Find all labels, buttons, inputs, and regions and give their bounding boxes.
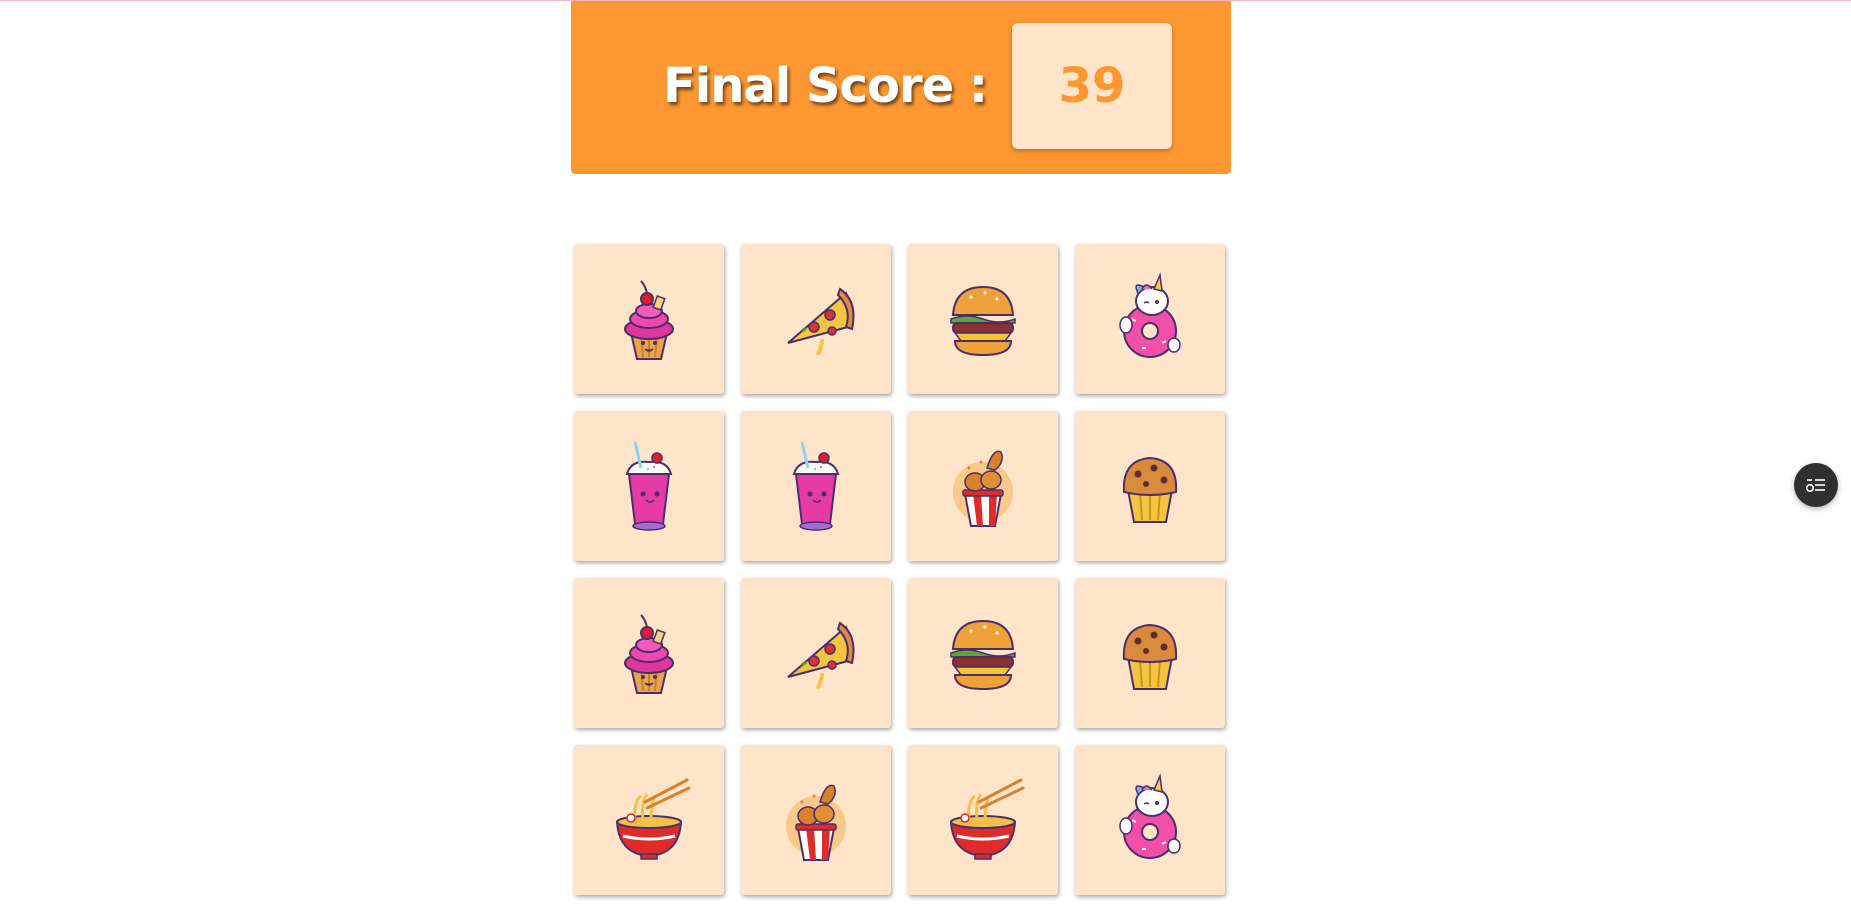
memory-card[interactable] [1075, 745, 1225, 895]
memory-card[interactable] [908, 244, 1058, 394]
memory-card[interactable] [574, 244, 724, 394]
memory-card[interactable] [741, 745, 891, 895]
final-score-value: 39 [1058, 58, 1126, 114]
score-panel: Final Score : 39 [571, 1, 1231, 174]
ramen-bowl-icon [949, 778, 1025, 860]
memory-card[interactable] [574, 745, 724, 895]
memory-card[interactable] [1075, 578, 1225, 728]
memory-card[interactable] [741, 578, 891, 728]
memory-card[interactable] [741, 411, 891, 561]
memory-card[interactable] [1075, 411, 1225, 561]
memory-card[interactable] [574, 411, 724, 561]
memory-card[interactable] [574, 578, 724, 728]
unicorn-donut-icon [1119, 272, 1181, 358]
memory-card[interactable] [741, 244, 891, 394]
burger-icon [950, 619, 1016, 691]
memory-card[interactable] [908, 578, 1058, 728]
score-box: 39 [1012, 23, 1172, 149]
pizza-slice-icon [787, 621, 855, 689]
fried-chicken-bucket-icon [786, 784, 846, 861]
unicorn-donut-icon [1119, 773, 1181, 859]
muffin-icon [1122, 623, 1178, 690]
memory-card[interactable] [908, 411, 1058, 561]
memory-card[interactable] [908, 745, 1058, 895]
fried-chicken-bucket-icon [953, 450, 1013, 527]
floating-menu-button[interactable] [1794, 463, 1838, 507]
muffin-icon [1122, 456, 1178, 523]
card-grid [574, 244, 1225, 895]
milkshake-icon [625, 441, 673, 531]
memory-card[interactable] [1075, 244, 1225, 394]
final-score-label: Final Score : [663, 58, 988, 114]
pizza-slice-icon [787, 287, 855, 355]
toggle-list-icon [1805, 479, 1825, 493]
cupcake-icon [624, 280, 674, 360]
milkshake-icon [792, 441, 840, 531]
burger-icon [950, 285, 1016, 357]
ramen-bowl-icon [615, 778, 691, 860]
cupcake-icon [624, 614, 674, 694]
